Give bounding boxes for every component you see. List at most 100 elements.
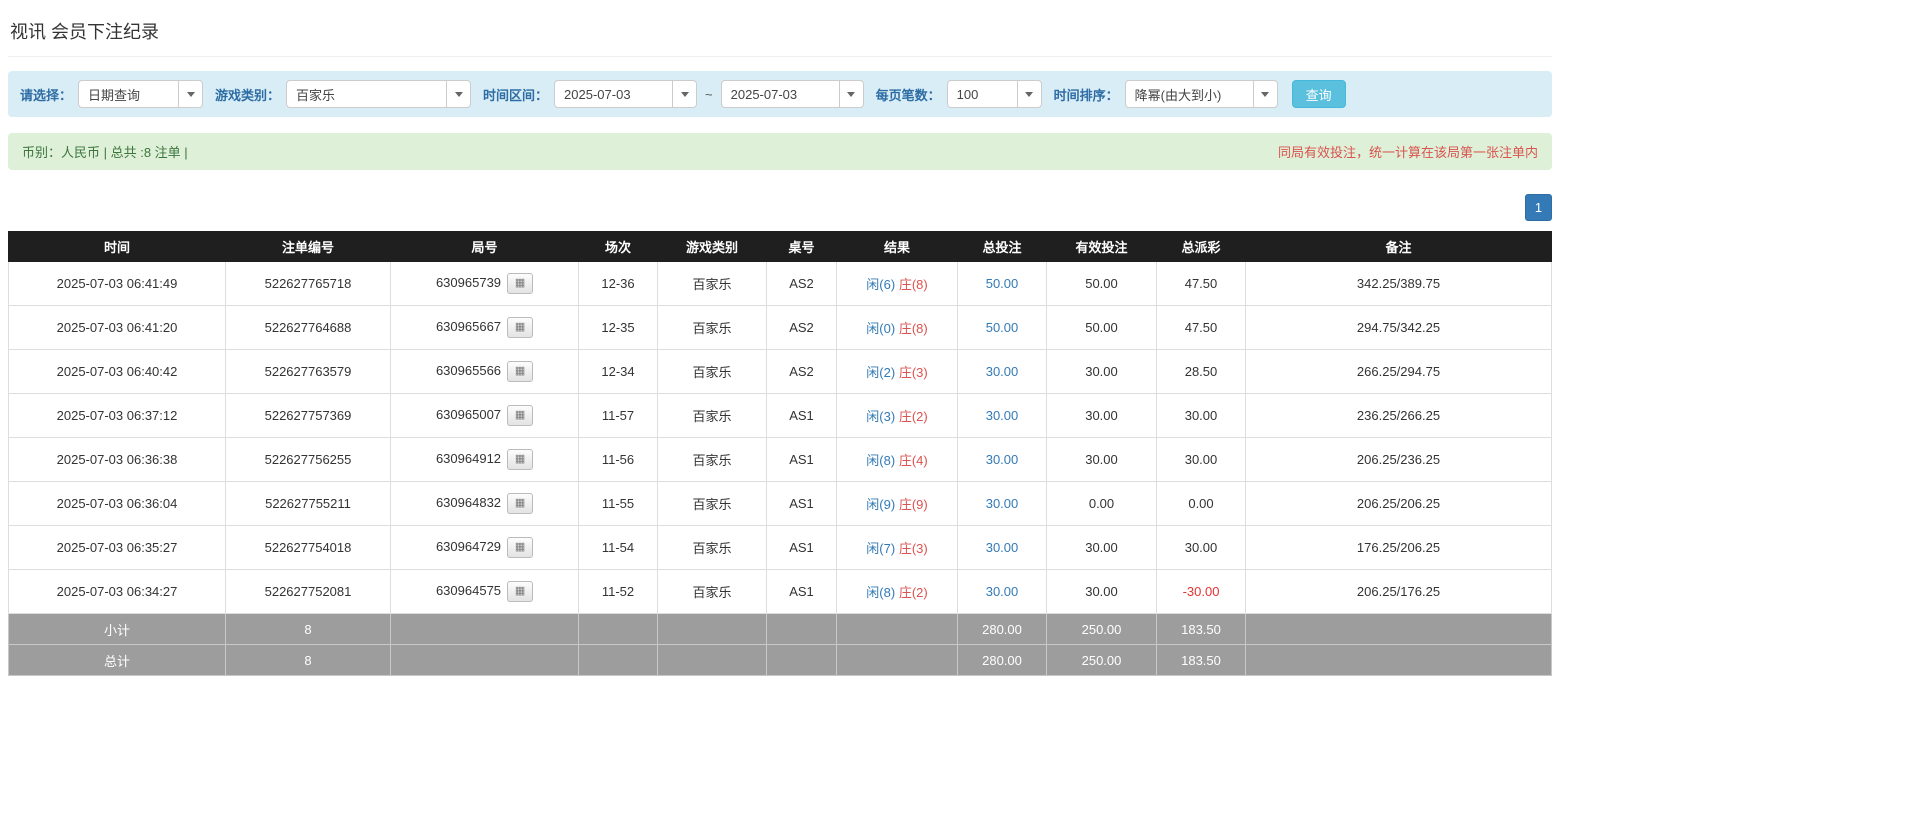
cell-bet-id: 522627763579 [226,350,391,394]
footer-empty [391,614,579,645]
cards-icon: ▦ [515,278,525,289]
cell-time: 2025-07-03 06:36:04 [9,482,226,526]
view-round-result-button[interactable]: ▦ [507,493,533,514]
footer-empty [837,614,958,645]
table-header-row: 时间注单编号局号场次游戏类别桌号结果总投注有效投注总派彩备注 [9,232,1552,262]
result-player: 闲(9) [866,497,895,512]
date-from-caret-button[interactable] [672,80,697,108]
cell-game-type: 百家乐 [658,262,767,306]
footer-count: 8 [226,614,391,645]
game-type-caret-button[interactable] [446,80,471,108]
total-bet-link[interactable]: 30.00 [986,452,1019,467]
footer-empty [837,645,958,676]
game-type-select[interactable]: 百家乐 [286,80,471,108]
cell-session: 11-57 [579,394,658,438]
cell-game-type: 百家乐 [658,350,767,394]
cell-total-bet: 30.00 [958,438,1047,482]
result-banker: 庄(9) [899,497,928,512]
cell-payout: 30.00 [1157,526,1246,570]
cell-round: 630965007▦ [391,394,579,438]
table-row: 2025-07-03 06:37:12522627757369630965007… [9,394,1552,438]
footer-empty [579,645,658,676]
cell-bet-id: 522627757369 [226,394,391,438]
footer-empty [1246,645,1552,676]
cell-payout: 28.50 [1157,350,1246,394]
view-round-result-button[interactable]: ▦ [507,537,533,558]
total-bet-link[interactable]: 30.00 [986,540,1019,555]
date-from-picker[interactable]: 2025-07-03 [554,80,697,108]
cell-note: 206.25/236.25 [1246,438,1552,482]
table-row: 2025-07-03 06:36:04522627755211630964832… [9,482,1552,526]
page-size-select[interactable]: 100 [947,80,1042,108]
column-header: 注单编号 [226,232,391,262]
chevron-down-icon [455,92,463,97]
cell-game-type: 百家乐 [658,526,767,570]
cell-game-type: 百家乐 [658,570,767,614]
cell-session: 11-56 [579,438,658,482]
page-size-caret-button[interactable] [1017,80,1042,108]
summary-bar: 币别：人民币 | 总共 :8 注单 | 同局有效投注，统一计算在该局第一张注单内 [8,133,1552,170]
result-banker: 庄(2) [899,409,928,424]
cell-valid-bet: 30.00 [1047,394,1157,438]
table-row: 2025-07-03 06:41:20522627764688630965667… [9,306,1552,350]
query-type-caret-button[interactable] [178,80,203,108]
result-player: 闲(8) [866,453,895,468]
time-sort-select[interactable]: 降幂(由大到小) [1125,80,1278,108]
cell-total-bet: 30.00 [958,570,1047,614]
cell-round: 630964575▦ [391,570,579,614]
cards-icon: ▦ [515,454,525,465]
cell-total-bet: 50.00 [958,306,1047,350]
cell-payout: 47.50 [1157,306,1246,350]
cell-table-no: AS1 [767,570,837,614]
total-row: 总计8280.00250.00183.50 [9,645,1552,676]
cell-total-bet: 30.00 [958,394,1047,438]
date-to-picker[interactable]: 2025-07-03 [721,80,864,108]
total-bet-link[interactable]: 50.00 [986,276,1019,291]
total-bet-link[interactable]: 50.00 [986,320,1019,335]
cell-payout: 30.00 [1157,394,1246,438]
footer-valid-bet: 250.00 [1047,645,1157,676]
time-range-label: 时间区间： [483,85,548,104]
cell-note: 342.25/389.75 [1246,262,1552,306]
view-round-result-button[interactable]: ▦ [507,581,533,602]
view-round-result-button[interactable]: ▦ [507,273,533,294]
cell-valid-bet: 50.00 [1047,262,1157,306]
view-round-result-button[interactable]: ▦ [507,361,533,382]
game-type-value: 百家乐 [286,80,446,108]
cell-game-type: 百家乐 [658,394,767,438]
cell-game-type: 百家乐 [658,306,767,350]
table-row: 2025-07-03 06:35:27522627754018630964729… [9,526,1552,570]
date-to-caret-button[interactable] [839,80,864,108]
total-bet-link[interactable]: 30.00 [986,584,1019,599]
total-bet-link[interactable]: 30.00 [986,496,1019,511]
round-number: 630964729 [436,539,501,554]
pagination-page-1-button[interactable]: 1 [1525,194,1552,221]
cell-note: 176.25/206.25 [1246,526,1552,570]
result-banker: 庄(4) [899,453,928,468]
round-number: 630965739 [436,275,501,290]
cell-table-no: AS1 [767,394,837,438]
column-header: 结果 [837,232,958,262]
cell-session: 12-35 [579,306,658,350]
time-sort-caret-button[interactable] [1253,80,1278,108]
view-round-result-button[interactable]: ▦ [507,405,533,426]
cell-bet-id: 522627755211 [226,482,391,526]
total-bet-link[interactable]: 30.00 [986,408,1019,423]
chevron-down-icon [681,92,689,97]
cell-valid-bet: 30.00 [1047,350,1157,394]
query-type-select[interactable]: 日期查询 [78,80,203,108]
cell-time: 2025-07-03 06:40:42 [9,350,226,394]
view-round-result-button[interactable]: ▦ [507,317,533,338]
total-bet-link[interactable]: 30.00 [986,364,1019,379]
result-banker: 庄(3) [899,365,928,380]
cell-total-bet: 30.00 [958,350,1047,394]
search-button[interactable]: 查询 [1292,80,1346,108]
table-row: 2025-07-03 06:40:42522627763579630965566… [9,350,1552,394]
view-round-result-button[interactable]: ▦ [507,449,533,470]
footer-payout: 183.50 [1157,645,1246,676]
footer-total-bet: 280.00 [958,645,1047,676]
footer-total-bet: 280.00 [958,614,1047,645]
cell-valid-bet: 0.00 [1047,482,1157,526]
cell-note: 206.25/176.25 [1246,570,1552,614]
cell-valid-bet: 50.00 [1047,306,1157,350]
